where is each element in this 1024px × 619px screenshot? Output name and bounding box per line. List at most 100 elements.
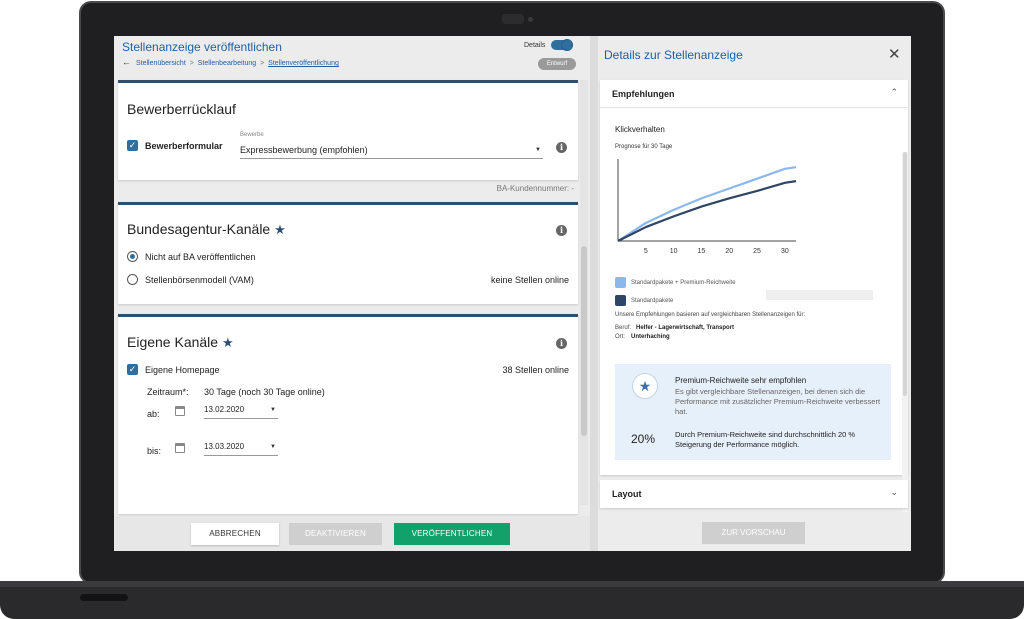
chart-title: Prognose für 30 Tage: [615, 144, 673, 150]
calendar-icon[interactable]: [175, 406, 185, 416]
from-label: ab:: [147, 409, 160, 419]
app-screen: Stellenanzeige veröffentlichen ← Stellen…: [114, 36, 911, 551]
calendar-icon[interactable]: [175, 443, 185, 453]
toggle-knob: [561, 39, 573, 51]
forecast-chart: 5 10 15 20 25 30: [617, 159, 797, 255]
date-value: 13.02.2020: [204, 405, 245, 414]
basis-text: Unsere Empfehlungen basieren auf verglei…: [615, 312, 806, 318]
breadcrumb: ← Stellenübersicht > Stellenbearbeitung …: [122, 57, 339, 67]
section-title: Eigene Kanäle ★: [127, 334, 234, 351]
publish-button[interactable]: VERÖFFENTLICHEN: [394, 523, 510, 545]
details-toggle-label: Details: [524, 42, 546, 49]
details-scrollbar[interactable]: [902, 152, 908, 512]
laptop-notch: [80, 594, 128, 601]
caret-down-icon: ▼: [270, 407, 276, 413]
location-label: Ort:: [615, 334, 625, 340]
caret-down-icon: ▼: [535, 147, 541, 153]
breadcrumb-item[interactable]: Stellenbearbeitung: [198, 60, 256, 67]
section-title-text: Bundesagentur-Kanäle: [127, 221, 271, 237]
date-value: 13.03.2020: [204, 442, 245, 451]
select-value: Expressbewerbung (empfohlen): [240, 145, 368, 155]
caret-down-icon: ▼: [270, 444, 276, 450]
details-title: Details zur Stellenanzeige: [604, 48, 743, 62]
homepage-checkbox[interactable]: ✓: [127, 364, 138, 375]
select-label: Bewerbe: [240, 132, 264, 138]
tip-title: Premium-Reichweite sehr empfohlen: [675, 376, 807, 385]
breadcrumb-current[interactable]: Stellenveröffentlichung: [268, 60, 339, 67]
ba-customer-number: BA-Kundennummer: -: [496, 184, 574, 193]
applicant-card: Bewerberrücklauf ✓ Bewerberformular Bewe…: [118, 80, 578, 180]
x-tick-label: 20: [725, 248, 733, 255]
ba-channels-card: Bundesagentur-Kanäle ★ i Nicht auf BA ve…: [118, 202, 578, 304]
back-arrow-icon[interactable]: ←: [122, 57, 131, 67]
click-behavior-title: Klickverhalten: [615, 125, 665, 134]
period-label: Zeitraum*:: [147, 387, 189, 397]
x-tick-label: 5: [644, 248, 648, 255]
recommendations-header[interactable]: Empfehlungen ⌃: [600, 80, 908, 108]
radio-vam[interactable]: [127, 274, 138, 285]
legend-label: Standardpakete + Premium-Reichweite: [631, 280, 736, 286]
deactivate-button[interactable]: DEAKTIVIEREN: [289, 523, 382, 545]
accordion-title: Layout: [612, 489, 642, 499]
preview-button[interactable]: ZUR VORSCHAU: [702, 522, 805, 544]
cancel-button[interactable]: ABBRECHEN: [191, 523, 279, 545]
legend-label: Standardpakete: [631, 298, 674, 304]
page-header: Stellenanzeige veröffentlichen ← Stellen…: [114, 36, 590, 76]
star-icon: ★: [221, 335, 234, 350]
breadcrumb-separator: >: [260, 60, 265, 67]
from-date-select[interactable]: 13.02.2020 ▼: [204, 405, 278, 419]
webcam-light: [528, 17, 533, 22]
x-tick-label: 30: [781, 248, 789, 255]
series-line-standard: [617, 180, 797, 242]
section-title: Bundesagentur-Kanäle ★: [127, 221, 286, 238]
period-value: 30 Tage (noch 30 Tage online): [204, 387, 325, 397]
vam-status: keine Stellen online: [490, 275, 569, 285]
tip-percent: 20%: [631, 432, 656, 446]
x-tick-label: 10: [670, 248, 678, 255]
section-title-text: Eigene Kanäle: [127, 334, 219, 350]
job-label: Beruf:: [615, 325, 632, 331]
star-icon: ★: [274, 222, 286, 237]
radio-label: Stellenbörsenmodell (VAM): [145, 275, 254, 285]
info-icon[interactable]: i: [556, 142, 567, 153]
tip-percent-text: Durch Premium-Reichweite sind durchschni…: [675, 430, 856, 449]
x-tick-label: 25: [753, 248, 761, 255]
tip-text: Es gibt vergleichbare Stellenanzeigen, b…: [675, 387, 881, 416]
scrollbar-thumb[interactable]: [903, 152, 907, 396]
homepage-status: 38 Stellen online: [502, 365, 569, 375]
close-icon[interactable]: ✕: [888, 45, 901, 63]
editor-scrollbar[interactable]: [580, 80, 588, 505]
legend-swatch-premium: [615, 277, 626, 288]
info-icon[interactable]: i: [556, 338, 567, 349]
webcam: [502, 14, 524, 24]
status-badge: Entwurf: [538, 58, 576, 70]
details-toggle[interactable]: [551, 39, 573, 51]
laptop-base-edge: [0, 581, 1024, 587]
to-date-select[interactable]: 13.03.2020 ▼: [204, 442, 278, 456]
application-type-select[interactable]: Expressbewerbung (empfohlen) ▼: [240, 145, 543, 159]
panel-divider[interactable]: [590, 36, 598, 551]
action-footer: ABBRECHEN DEAKTIVIEREN VERÖFFENTLICHEN: [114, 516, 590, 551]
scrollbar-thumb[interactable]: [581, 246, 587, 436]
own-channels-card: Eigene Kanäle ★ i ✓ Eigene Homepage 38 S…: [118, 314, 578, 514]
placeholder-bar: [766, 290, 873, 300]
applicant-form-label: Bewerberformular: [145, 141, 223, 151]
section-title: Bewerberrücklauf: [127, 101, 236, 117]
to-label: bis:: [147, 446, 162, 456]
info-icon[interactable]: i: [556, 225, 567, 236]
layout-accordion[interactable]: Layout ⌄: [600, 480, 908, 508]
chevron-down-icon: ⌄: [890, 487, 898, 497]
page-title: Stellenanzeige veröffentlichen: [122, 40, 282, 54]
chevron-up-icon: ⌃: [890, 87, 898, 97]
details-panel: Details zur Stellenanzeige ✕ Empfehlunge…: [598, 36, 911, 551]
homepage-label: Eigene Homepage: [145, 365, 220, 375]
x-tick-label: 15: [698, 248, 706, 255]
radio-not-ba[interactable]: [127, 251, 138, 262]
premium-tip-box: ★ Premium-Reichweite sehr empfohlen Es g…: [615, 364, 891, 460]
breadcrumb-separator: >: [189, 60, 194, 67]
breadcrumb-item[interactable]: Stellenübersicht: [136, 60, 186, 67]
legend-swatch-standard: [615, 295, 626, 306]
job-value: Helfer - Lagerwirtschaft, Transport: [636, 325, 735, 331]
radio-label: Nicht auf BA veröffentlichen: [145, 252, 256, 262]
applicant-form-checkbox[interactable]: ✓: [127, 140, 138, 151]
